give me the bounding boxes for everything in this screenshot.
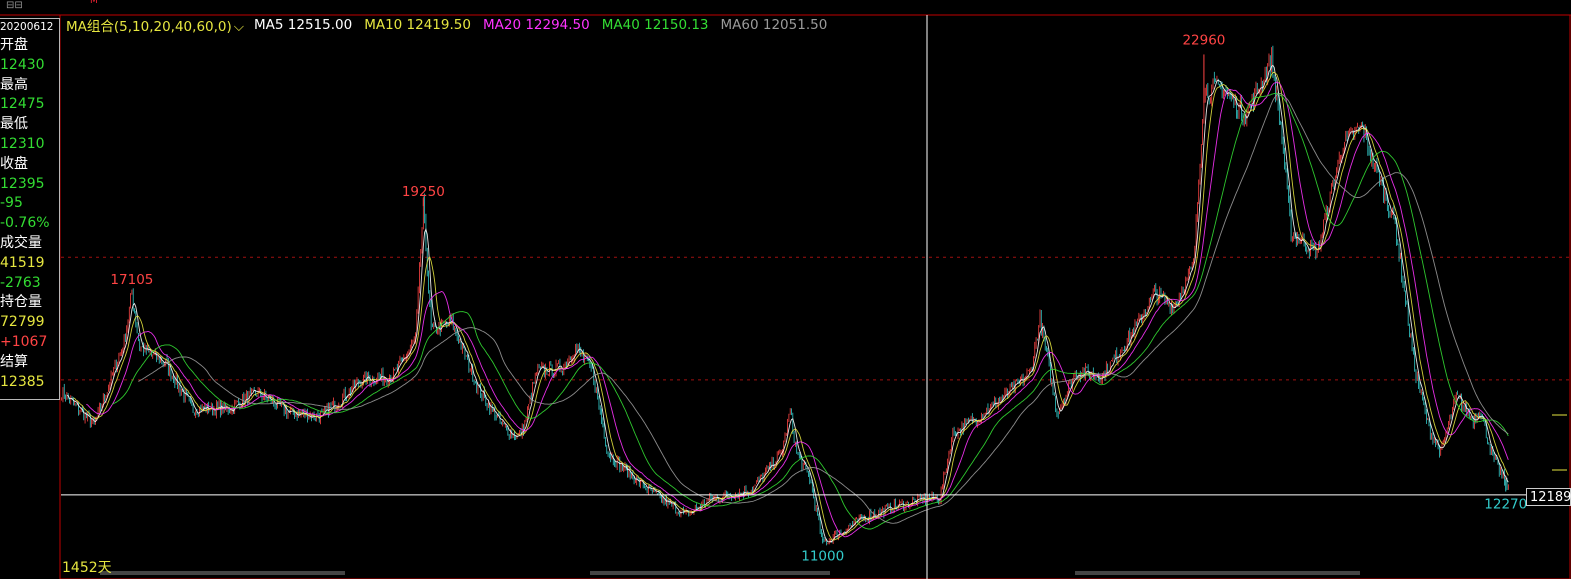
info-value: +1067 [0,333,48,350]
info-value: 12475 [0,96,45,113]
info-value: -95 [0,195,23,212]
info-label: 持仓量 [0,294,42,311]
ma-combo-label: MA组合(5,10,20,40,60,0) [66,19,232,35]
extreme-label: 11000 [801,548,844,564]
info-value: 41519 [0,254,45,271]
scrollbar [1075,571,1360,575]
info-value: -2763 [0,274,41,291]
info-label: 成交量 [0,234,42,251]
ma60-label: MA60 12051.50 [720,17,828,33]
scrollbar [100,571,345,575]
extreme-label: 19250 [402,184,445,200]
ma5-label: MA5 12515.00 [254,17,353,33]
info-value: 12310 [0,135,45,152]
info-value: 72799 [0,314,45,331]
info-value: -0.76% [0,215,50,232]
info-label: 收盘 [0,155,28,172]
ma20-label: MA20 12294.50 [482,17,590,33]
ma-combo-selector[interactable]: MA组合(5,10,20,40,60,0) ⌵ [66,15,244,35]
extreme-label: 22960 [1182,32,1225,48]
info-label: 最高 [0,76,28,93]
quote-date: 20200612 [0,21,54,33]
chevron-down-icon[interactable]: ⌵ [234,19,244,35]
ma-line-ma10 [73,71,1509,541]
extreme-label: 17105 [110,272,153,288]
link-icon[interactable]: ⊟⊟ [6,0,23,11]
ma10-label: MA10 12419.50 [364,17,471,33]
candles [61,45,1509,546]
info-value: 12430 [0,56,45,73]
days-count: 1452天 [62,560,112,576]
info-label: 结算 [0,353,28,370]
info-value: 12385 [0,373,45,390]
extreme-label: 12270 [1484,497,1527,513]
quote-info-panel: 20200612 开盘 12430 最高 12475 最低 12310 收盘 12395 -95… [0,18,60,400]
top-marker: M [90,0,98,6]
ma-line-ma60 [138,93,1509,524]
info-value: 12395 [0,175,45,192]
current-price-tag: 12189 [1526,488,1571,506]
ma-line-ma40 [112,93,1509,530]
scrollbar [590,571,830,575]
ma-line-ma20 [86,81,1509,538]
ma40-label: MA40 12150.13 [601,17,709,33]
kline-chart[interactable]: 17105 19250 22960 11000 12270 [0,0,1571,579]
ma-legend: MA组合(5,10,20,40,60,0) ⌵ MA5 12515.00 MA10… [66,15,839,35]
info-label: 开盘 [0,37,28,53]
info-label: 最低 [0,116,28,133]
ma-line-ma5 [66,64,1509,543]
